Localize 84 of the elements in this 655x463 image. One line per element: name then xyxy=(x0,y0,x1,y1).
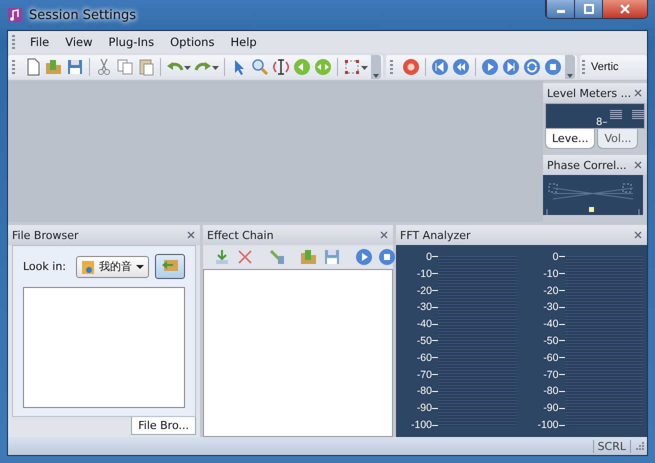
look-in-label: Look in: xyxy=(23,260,66,273)
import-icon[interactable] xyxy=(213,248,231,266)
scale-label: -40 xyxy=(416,318,432,330)
caret-icon xyxy=(136,264,144,270)
record-icon[interactable] xyxy=(402,58,420,76)
grip-handle[interactable] xyxy=(582,60,585,74)
grip-handle[interactable] xyxy=(12,60,15,74)
panel-title: FFT Analyzer xyxy=(400,228,471,242)
scale-label: -60 xyxy=(543,352,558,364)
copy-icon[interactable] xyxy=(116,58,134,76)
cut-icon[interactable] xyxy=(95,58,113,76)
close-icon[interactable] xyxy=(633,230,643,240)
panel-title: File Browser xyxy=(12,228,78,242)
scale-label: -80 xyxy=(543,385,558,398)
scale-label: -50 xyxy=(543,334,558,347)
overflow-button[interactable] xyxy=(565,54,575,78)
open-folder-icon[interactable] xyxy=(300,248,318,266)
scale-label: -70 xyxy=(416,368,432,381)
panel-title: Effect Chain xyxy=(207,228,274,242)
maximize-button[interactable] xyxy=(574,0,602,18)
scale-label: -90 xyxy=(543,402,558,414)
save-icon[interactable] xyxy=(66,58,84,76)
stop-icon[interactable] xyxy=(378,248,396,266)
save-icon[interactable] xyxy=(323,248,341,266)
menu-item[interactable]: Plug-Ins xyxy=(102,33,162,51)
close-icon[interactable] xyxy=(186,230,196,240)
scale-label: -60 xyxy=(416,352,432,364)
step-forward-icon[interactable] xyxy=(502,58,520,76)
effect-list[interactable] xyxy=(203,269,393,437)
open-folder-icon[interactable] xyxy=(45,58,63,76)
menu-item[interactable]: Options xyxy=(163,33,222,51)
close-icon[interactable] xyxy=(633,88,643,98)
play-icon[interactable] xyxy=(481,58,499,76)
panel-tab[interactable]: Leve... xyxy=(545,129,596,149)
window-title: Session Settings xyxy=(29,8,136,22)
panel-tab[interactable]: Vol... xyxy=(597,129,638,149)
close-icon xyxy=(620,4,630,14)
scale-label: -100 xyxy=(410,418,432,431)
file-list[interactable] xyxy=(23,287,185,408)
up-folder-button[interactable] xyxy=(155,254,185,279)
cursor-icon[interactable] xyxy=(272,58,290,76)
selection-icon[interactable] xyxy=(343,58,361,76)
scale-label: -50 xyxy=(416,334,432,347)
scale-label: -20 xyxy=(543,284,558,297)
toolbar-label: Vertic xyxy=(591,60,619,72)
scale-label: -10 xyxy=(416,268,432,280)
stop-icon[interactable] xyxy=(544,58,562,76)
paste-icon[interactable] xyxy=(137,58,155,76)
scale-label: 0 xyxy=(426,251,432,263)
meter-reading: 8– xyxy=(596,117,608,128)
scale-label: -80 xyxy=(416,385,432,398)
panel-title: Phase Correl... xyxy=(547,158,627,172)
minimize-button[interactable] xyxy=(546,0,574,18)
panel-title: Level Meters ... xyxy=(547,86,632,100)
menu-item[interactable]: View xyxy=(58,33,100,51)
close-icon[interactable] xyxy=(633,160,643,170)
loop-icon[interactable] xyxy=(523,58,541,76)
scale-label: -90 xyxy=(416,402,432,414)
play-icon[interactable] xyxy=(355,248,373,266)
scale-label: -70 xyxy=(543,368,558,381)
scale-label: -30 xyxy=(416,301,432,314)
scale-label: 0 xyxy=(552,251,558,263)
scale-label: -40 xyxy=(543,318,558,330)
folder-icon xyxy=(81,258,95,274)
scale-label: -30 xyxy=(543,301,558,314)
resize-grip-icon[interactable] xyxy=(635,441,645,451)
skip-back-icon[interactable] xyxy=(431,58,449,76)
folder-dropdown[interactable]: 我的音 xyxy=(76,256,149,278)
scale-label: -10 xyxy=(543,268,558,280)
delete-icon[interactable] xyxy=(236,248,254,266)
menu-item[interactable]: Help xyxy=(223,33,264,51)
grip-handle[interactable] xyxy=(12,35,15,49)
scale-label: -100 xyxy=(537,418,558,431)
status-indicator: SCRL xyxy=(592,440,631,452)
close-icon[interactable] xyxy=(379,230,389,240)
maximize-icon xyxy=(584,4,594,14)
menu-item[interactable]: File xyxy=(23,33,56,51)
overflow-button[interactable] xyxy=(371,54,381,78)
rewind-icon[interactable] xyxy=(452,58,470,76)
close-button[interactable] xyxy=(602,0,647,18)
grip-handle[interactable] xyxy=(390,60,393,74)
scale-label: -20 xyxy=(416,284,432,297)
app-icon xyxy=(7,7,23,23)
panel-tab[interactable]: File Bro... xyxy=(131,417,196,435)
